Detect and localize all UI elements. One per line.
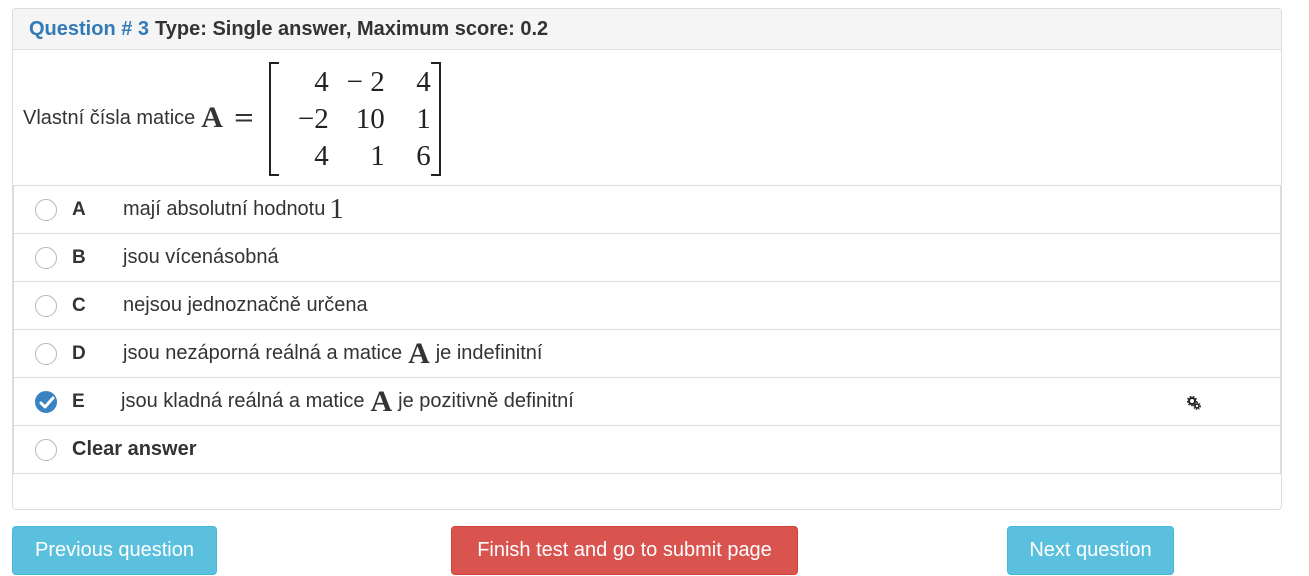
matrix-symbol: A	[201, 101, 223, 134]
matrix-cell: 10	[355, 103, 385, 135]
radio-c[interactable]	[35, 294, 57, 317]
option-letter: A	[72, 198, 86, 220]
matrix-cell: 1	[370, 140, 385, 172]
radio-clear[interactable]	[35, 438, 57, 461]
matrix-cell: 6	[416, 140, 431, 172]
question-text: Vlastní čísla matice	[23, 106, 196, 129]
previous-question-button[interactable]: Previous question	[12, 526, 217, 575]
question-body: Vlastní čísla matice A = 4 − 2 4 −2 10 1…	[13, 50, 1281, 186]
option-e-text-after: je pozitivně definitní	[398, 390, 574, 412]
option-d-text-after: je indefinitní	[435, 342, 543, 364]
checkmark-icon	[39, 396, 55, 408]
equals-sign: =	[232, 103, 255, 133]
question-number: Question # 3	[29, 17, 150, 40]
option-c[interactable]: C nejsou jednoznačně určena	[13, 281, 1281, 330]
radio-b[interactable]	[35, 246, 57, 269]
radio-a[interactable]	[35, 198, 57, 221]
option-a[interactable]: A mají absolutní hodnotu 1	[13, 185, 1281, 234]
option-text: jsou nezáporná reálná a matice A je inde…	[123, 337, 542, 371]
option-b[interactable]: B jsou vícenásobná	[13, 233, 1281, 282]
option-letter: E	[72, 390, 85, 412]
answer-options: A mají absolutní hodnotu 1 B jsou vícená…	[13, 185, 1281, 474]
matrix-bracket-left	[268, 62, 279, 176]
question-header: Question # 3 Type: Single answer, Maximu…	[13, 9, 1281, 50]
option-letter: B	[72, 246, 86, 268]
radio-e-checked[interactable]	[35, 390, 57, 413]
option-d-symbol: A	[408, 336, 430, 370]
option-b-text: jsou vícenásobná	[123, 246, 279, 268]
next-question-button[interactable]: Next question	[1007, 526, 1174, 575]
finish-test-button[interactable]: Finish test and go to submit page	[451, 526, 798, 575]
option-clear[interactable]: Clear answer	[13, 425, 1281, 474]
option-e-symbol: A	[370, 384, 393, 418]
matrix-cell: 1	[416, 103, 431, 135]
option-c-text: nejsou jednoznačně určena	[123, 294, 368, 316]
option-d[interactable]: D jsou nezáporná reálná a matice A je in…	[13, 329, 1281, 378]
option-d-text-before: jsou nezáporná reálná a matice	[123, 342, 403, 364]
clear-answer-label: Clear answer	[72, 438, 197, 460]
option-e-text-before: jsou kladná reálná a matice	[121, 390, 365, 412]
option-letter: C	[72, 294, 86, 316]
question-panel: Question # 3 Type: Single answer, Maximu…	[12, 8, 1282, 510]
matrix-cell: 4	[314, 66, 329, 98]
matrix-cell: −2	[297, 103, 329, 135]
matrix-cell: 4	[314, 140, 329, 172]
matrix: 4 − 2 4 −2 10 1 4 1 6	[268, 62, 441, 176]
radio-d[interactable]	[35, 342, 57, 365]
option-e[interactable]: E jsou kladná reálná a matice A je pozit…	[13, 377, 1281, 426]
matrix-cell: 4	[416, 66, 431, 98]
gear-icon[interactable]	[1187, 396, 1201, 410]
option-text: jsou kladná reálná a matice A je pozitiv…	[121, 385, 574, 419]
option-a-text: mají absolutní hodnotu	[123, 198, 326, 220]
option-letter: D	[72, 342, 86, 364]
question-type: Type: Single answer, Maximum score: 0.2	[155, 17, 549, 40]
option-text: mají absolutní hodnotu 1	[123, 193, 344, 226]
option-a-math: 1	[329, 193, 344, 225]
matrix-grid: 4 − 2 4 −2 10 1 4 1 6	[281, 64, 431, 175]
matrix-bracket-right	[430, 62, 441, 176]
matrix-cell: − 2	[346, 66, 385, 98]
